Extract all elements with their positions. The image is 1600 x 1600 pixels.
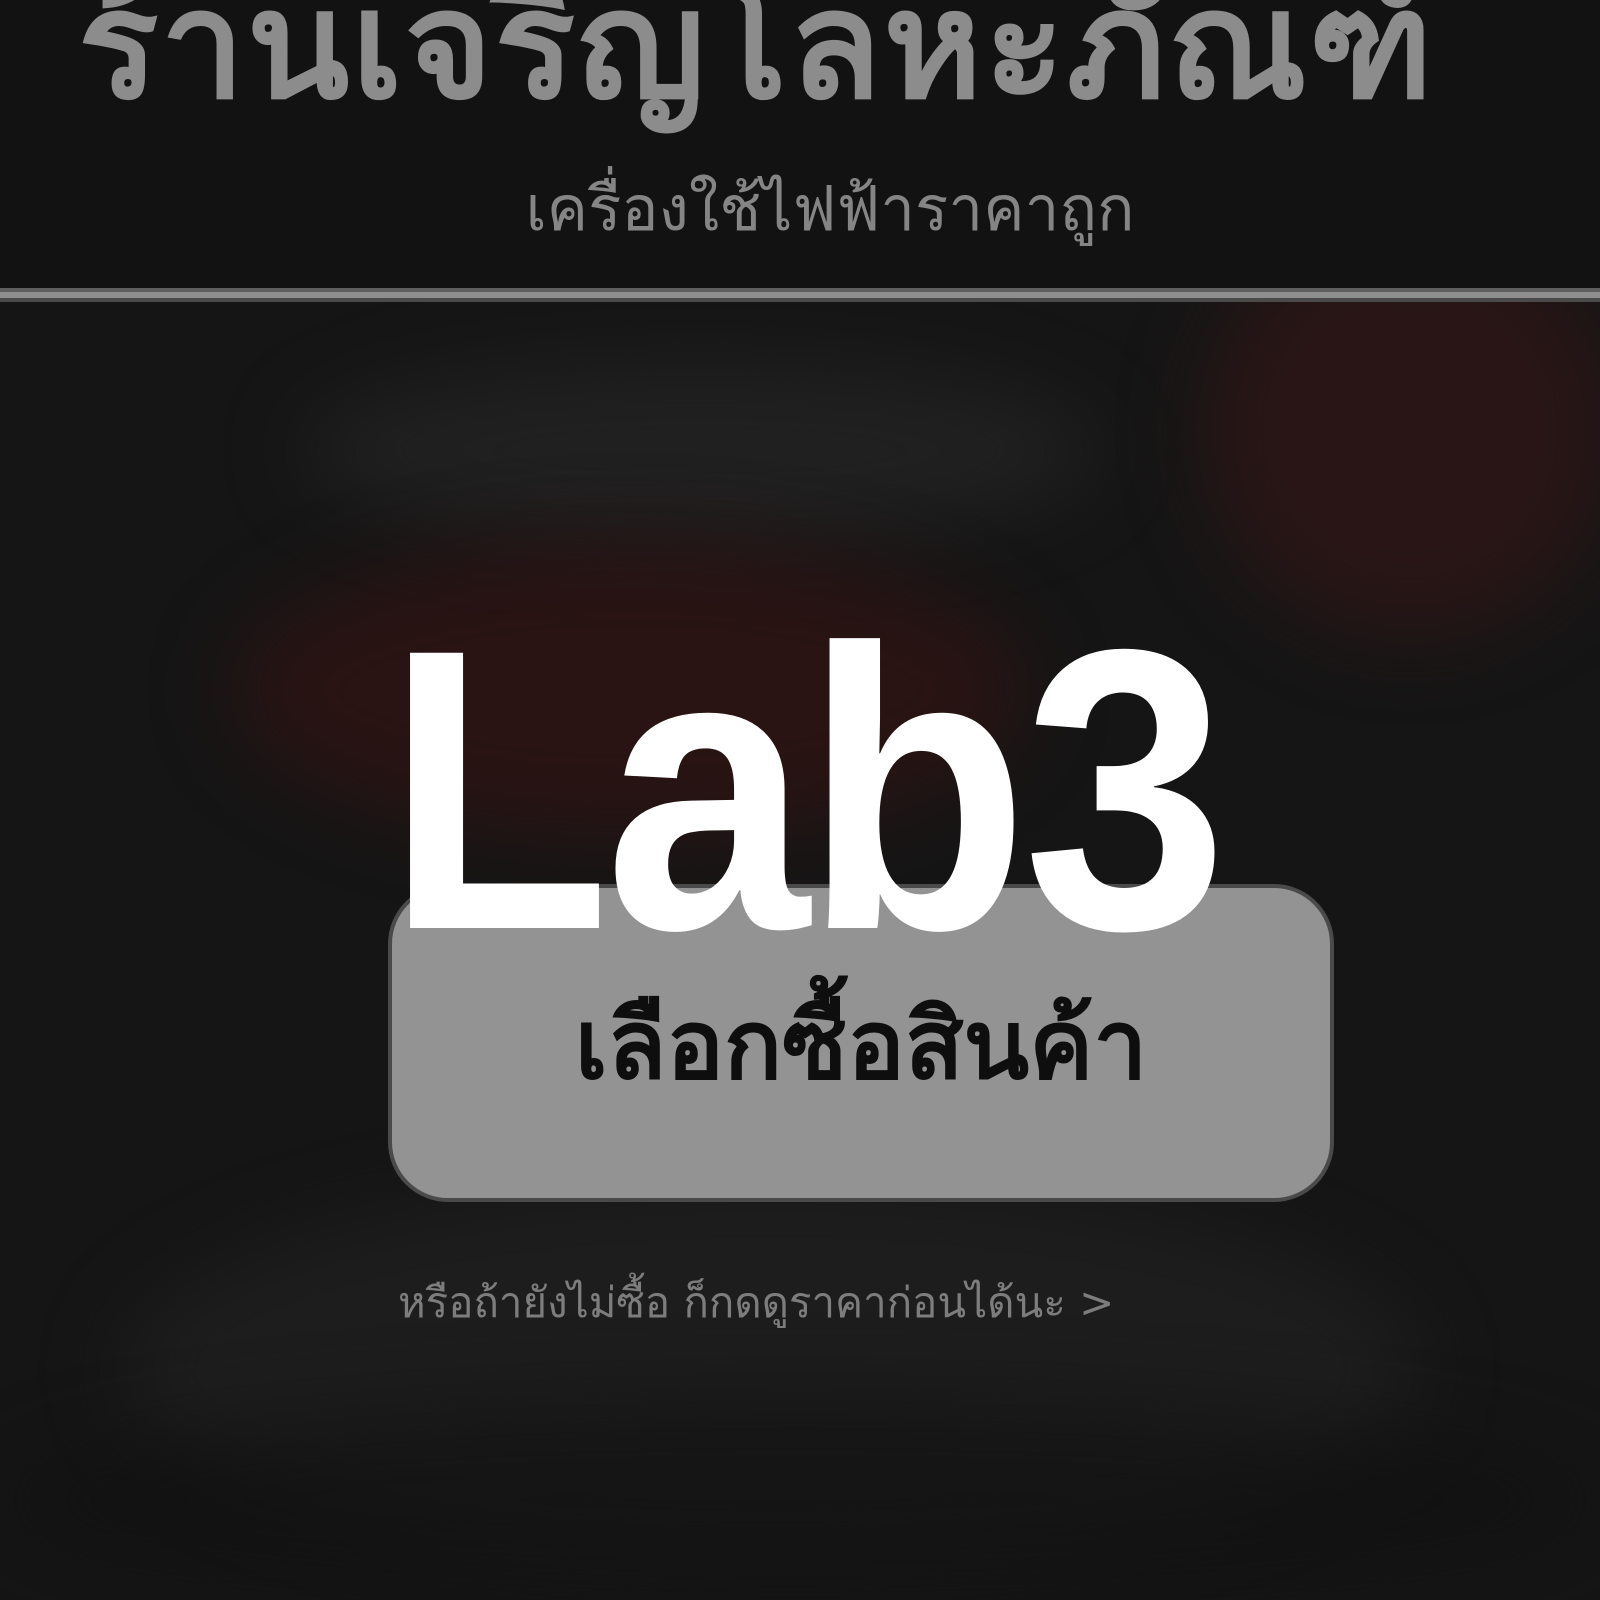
shop-tagline: เครื่องใช้ไฟฟ้าราคาถูก (525, 172, 1135, 245)
browse-prices-link[interactable]: หรือถ้ายังไม่ซื้อ ก็กดดูราคาก่อนได้นะ > (398, 1278, 1114, 1328)
shop-name-title: ร้านเจริญโลหะภัณฑ์ (78, 0, 1436, 133)
page: ร้านเจริญโลหะภัณฑ์ เครื่องใช้ไฟฟ้าราคาถู… (0, 0, 1600, 1600)
site-header: ร้านเจริญโลหะภัณฑ์ เครื่องใช้ไฟฟ้าราคาถู… (0, 0, 1600, 290)
header-divider (0, 288, 1600, 302)
lab-overlay-title: Lab3 (385, 566, 1227, 1013)
